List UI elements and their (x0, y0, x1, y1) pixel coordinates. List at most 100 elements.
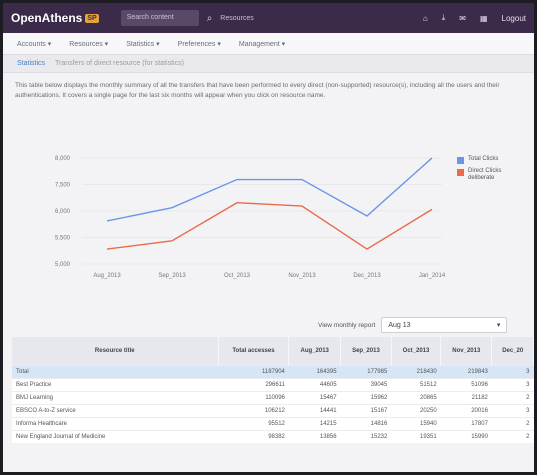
value-cell: 218430 (391, 364, 441, 378)
table-row[interactable]: Best Practice 296611 44605 39045 51512 51096 3 (12, 377, 534, 391)
resource-name-cell[interactable]: Total (12, 364, 218, 378)
chevron-down-icon: ▾ (496, 322, 501, 329)
table-total-row[interactable]: Total 1187904 164395 177985 218430 219843 3 (12, 364, 534, 378)
legend-label: Total Clicks (468, 156, 499, 162)
x-tick-label: Aug_2013 (93, 273, 121, 279)
value-cell: 219843 (440, 364, 492, 378)
value-cell: 20250 (391, 403, 441, 417)
value-cell: 15467 (288, 390, 341, 404)
breadcrumb-current: Transfers of direct resource (for statis… (55, 60, 184, 67)
value-cell: 98382 (218, 429, 289, 443)
value-cell: 296611 (218, 377, 289, 391)
search-icon[interactable]: ⌕ (207, 13, 213, 24)
value-cell: 13856 (288, 429, 341, 443)
value-cell: 39045 (340, 377, 392, 391)
value-cell: 44605 (288, 377, 341, 391)
breadcrumb-link[interactable]: Statistics (17, 60, 45, 67)
report-label: View monthly report (318, 321, 376, 329)
series-line (106, 202, 433, 250)
value-cell: 3 (491, 377, 534, 391)
menu-item[interactable]: Statistics ▾ (126, 40, 159, 48)
y-tick-label: 5,500 (55, 236, 71, 242)
value-cell: 21182 (440, 390, 492, 404)
menu-item[interactable]: Accounts ▾ (17, 40, 51, 48)
line-chart: 5,000 5,500 6,000 7,500 8,000 Aug_2013 Sep_201… (12, 146, 522, 296)
value-cell: 19351 (391, 429, 441, 443)
download-icon[interactable]: ⤓ (442, 13, 446, 23)
y-tick-label: 5,000 (55, 262, 71, 268)
legend-swatch (457, 169, 464, 176)
column-header[interactable]: Resource title (12, 337, 219, 365)
legend-entry[interactable]: Total Clicks (457, 156, 512, 164)
breadcrumb: Statistics Transfers of direct resource … (3, 55, 534, 73)
value-cell: 2 (491, 390, 534, 404)
resource-name-cell[interactable]: BMJ Learning (12, 390, 218, 404)
chat-icon[interactable]: ✉ (459, 14, 466, 23)
menu-item[interactable]: Resources ▾ (69, 40, 108, 48)
x-tick-label: Nov_2013 (288, 273, 316, 279)
value-cell: 164395 (288, 364, 341, 378)
value-cell: 110096 (218, 390, 289, 404)
menu-item[interactable]: Management ▾ (239, 40, 285, 48)
report-selector: View monthly report Aug 13 ▾ (318, 317, 508, 333)
value-cell: 3 (491, 403, 534, 417)
y-tick-label: 7,500 (55, 183, 71, 189)
value-cell: 14215 (288, 416, 341, 430)
resource-name-cell[interactable]: Best Practice (12, 377, 218, 391)
app-logo[interactable]: OpenAthens SP (11, 11, 99, 25)
resource-table: Resource title Total accesses Aug_2013 Sep_… (12, 337, 534, 443)
legend-entry[interactable]: Direct Clicks deliberate (457, 168, 512, 182)
value-cell: 95512 (218, 416, 289, 430)
x-tick-label: Jan_2014 (419, 273, 446, 279)
table-row[interactable]: Informa Healthcare 95512 14215 14816 15940 17… (12, 416, 534, 430)
home-icon[interactable]: ⌂ (423, 14, 428, 23)
x-tick-label: Oct_2013 (224, 273, 251, 279)
resource-name-cell[interactable]: Informa Healthcare (12, 416, 218, 430)
table-row[interactable]: BMJ Learning 110096 15467 15962 20865 21182 2 (12, 390, 534, 404)
resource-name-cell[interactable]: EBSCO A-to-Z service (12, 403, 218, 417)
value-cell: 106212 (218, 403, 289, 417)
main-menu: Accounts ▾ Resources ▾ Statistics ▾ Prefere… (3, 33, 534, 55)
y-tick-label: 6,000 (55, 209, 71, 215)
menu-item[interactable]: Preferences ▾ (178, 40, 221, 48)
value-cell: 51096 (440, 377, 492, 391)
value-cell: 14816 (340, 416, 392, 430)
value-cell: 2 (491, 416, 534, 430)
value-cell: 17807 (440, 416, 492, 430)
value-cell: 15990 (440, 429, 492, 443)
chart-legend: Total Clicks Direct Clicks deliberate (457, 156, 512, 186)
search-input[interactable]: Search content (120, 10, 199, 26)
column-header[interactable]: Sep_2013 (340, 337, 392, 365)
value-cell: 20865 (391, 390, 441, 404)
column-header[interactable]: Oct_2013 (391, 337, 442, 365)
logo-text: OpenAthens (11, 11, 83, 25)
value-cell: 15940 (391, 416, 441, 430)
report-select[interactable]: Aug 13 ▾ (381, 317, 508, 333)
column-header[interactable]: Aug_2013 (288, 337, 342, 365)
column-header[interactable]: Total accesses (218, 337, 290, 365)
value-cell: 177985 (340, 364, 392, 378)
table-row[interactable]: EBSCO A-to-Z service 106212 14441 15167 2025… (12, 403, 534, 417)
logout-link[interactable]: Logout (502, 14, 526, 23)
search-scope[interactable]: Resources (220, 15, 253, 22)
report-selected: Aug 13 (388, 321, 411, 329)
column-header[interactable]: Dec_20 (491, 337, 534, 365)
legend-swatch (457, 157, 464, 164)
value-cell: 14441 (288, 403, 341, 417)
page-description: This table below displays the monthly su… (15, 82, 500, 99)
top-actions: ⌂ ⤓ ✉ ▦ Logout (423, 13, 526, 23)
value-cell: 15232 (340, 429, 392, 443)
resource-name-cell[interactable]: New England Journal of Medicine (12, 429, 218, 443)
value-cell: 3 (491, 364, 534, 378)
value-cell: 15167 (340, 403, 392, 417)
logo-badge: SP (85, 13, 99, 23)
value-cell: 20016 (440, 403, 492, 417)
value-cell: 1187904 (218, 364, 289, 378)
value-cell: 51512 (391, 377, 441, 391)
series-line (106, 157, 433, 222)
grid-icon[interactable]: ▦ (480, 14, 488, 23)
table-row[interactable]: New England Journal of Medicine 98382 1385… (12, 429, 534, 443)
column-header[interactable]: Nov_2013 (440, 337, 493, 365)
x-tick-label: Sep_2013 (158, 273, 186, 279)
value-cell: 2 (491, 429, 534, 443)
